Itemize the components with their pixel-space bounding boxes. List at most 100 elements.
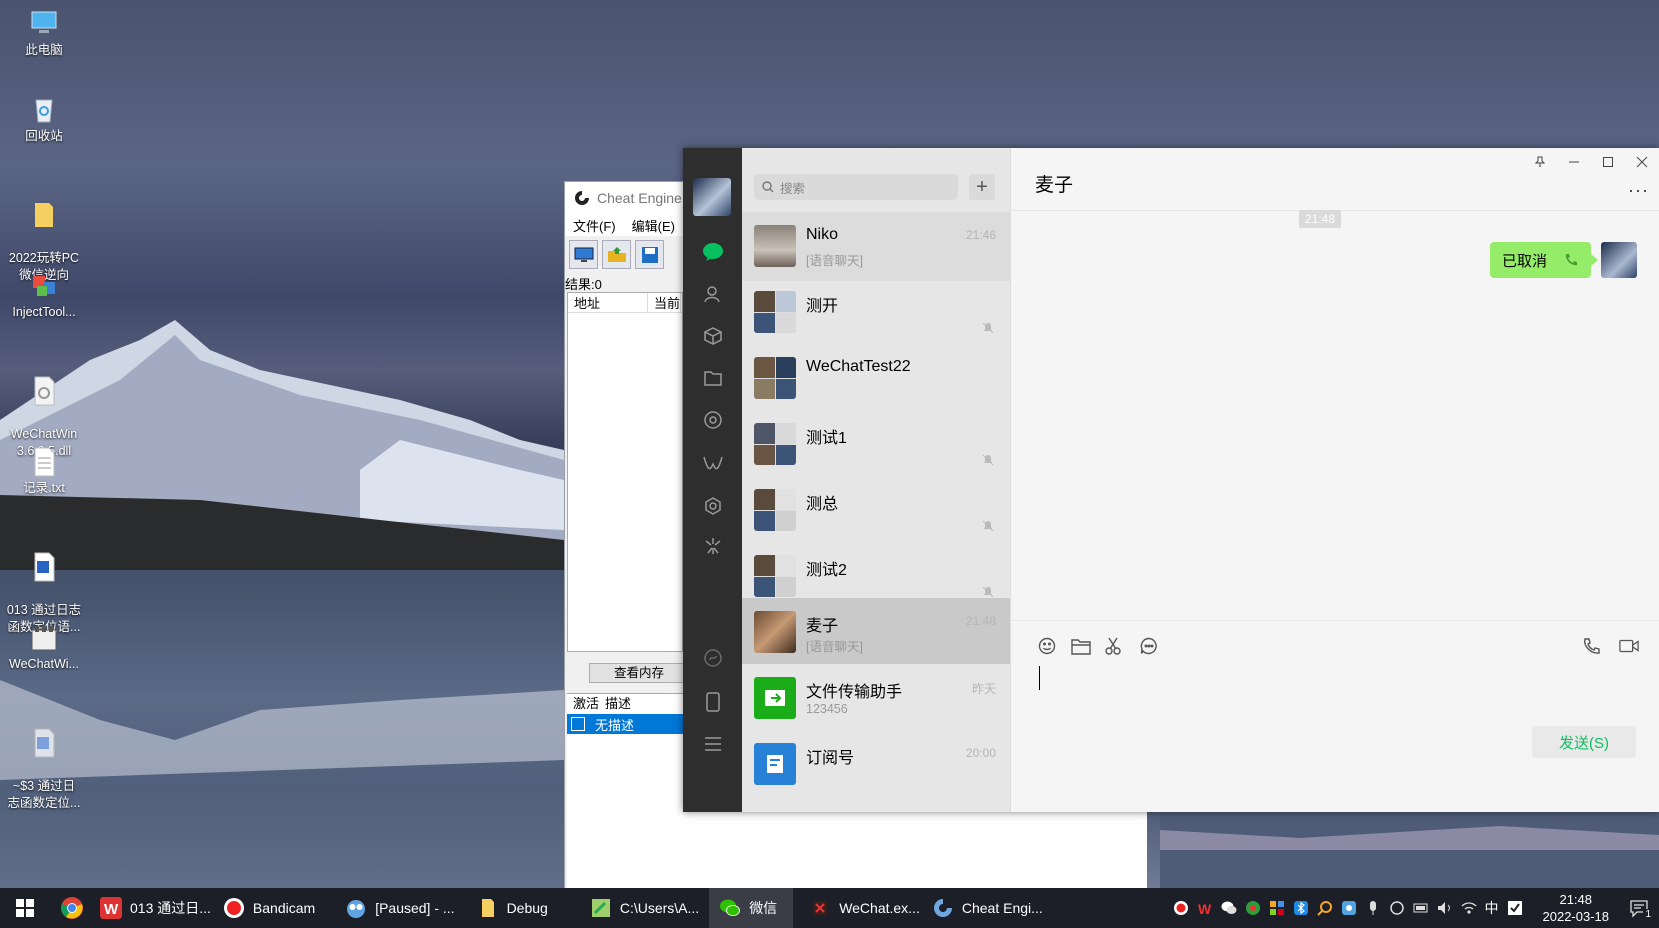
video-call-icon[interactable]: [1619, 636, 1639, 656]
send-button[interactable]: 发送(S): [1532, 726, 1636, 758]
maximize-icon[interactable]: [1591, 148, 1625, 176]
collections-icon[interactable]: [701, 324, 725, 348]
ime-indicator[interactable]: 中: [1485, 898, 1499, 918]
taskbar-bandicam[interactable]: Bandicam: [217, 888, 321, 928]
taskbar-cheat-engine[interactable]: Cheat Engi...: [926, 888, 1049, 928]
checkbox-tray-icon[interactable]: [1507, 900, 1523, 916]
search-tray-icon[interactable]: [1316, 900, 1333, 916]
search-discover-icon[interactable]: [701, 534, 725, 558]
wechat-tray-icon[interactable]: [1221, 900, 1237, 916]
taskbar-debug-folder[interactable]: Debug: [471, 888, 554, 928]
chat-avatar: [754, 611, 796, 653]
desktop-icon-doc[interactable]: 013 通过日志 函数定位语...: [2, 534, 86, 636]
desktop-icon-wechatwin[interactable]: WeChatWi...: [2, 622, 86, 673]
user-avatar[interactable]: [693, 178, 731, 216]
menu-edit[interactable]: 编辑(E): [632, 216, 675, 235]
chat-item[interactable]: 文件传输助手 123456 昨天: [742, 664, 1010, 733]
mini-program-panel-icon[interactable]: [701, 646, 725, 670]
cheat-engine-logo-icon: [575, 191, 589, 205]
taskbar-paused[interactable]: [Paused] - ...: [339, 888, 460, 928]
minimize-icon[interactable]: [1557, 148, 1591, 176]
memory-view-button[interactable]: 查看内存: [589, 663, 689, 683]
start-button[interactable]: [0, 888, 50, 928]
column-active[interactable]: 激活: [573, 694, 599, 714]
taskbar-chrome[interactable]: [50, 888, 94, 928]
chat-item[interactable]: 测试1: [742, 410, 1010, 479]
bluetooth-tray-icon[interactable]: [1293, 900, 1309, 916]
chat-item[interactable]: 测开: [742, 278, 1010, 347]
text-file-icon: [34, 447, 55, 477]
message-input[interactable]: [1039, 666, 1040, 690]
taskbar-notepad[interactable]: C:\Users\A...: [584, 888, 705, 928]
moments-icon[interactable]: [701, 408, 725, 432]
desktop-icon-tempdoc[interactable]: ~$3 通过日 志函数定位...: [2, 710, 86, 812]
add-chat-button[interactable]: +: [969, 174, 995, 200]
wps-tray-icon[interactable]: W: [1197, 900, 1213, 916]
mini-programs-icon[interactable]: [701, 494, 725, 518]
files-icon[interactable]: [701, 366, 725, 390]
cloud-tray-icon[interactable]: [1341, 900, 1357, 916]
phone-icon[interactable]: [701, 690, 725, 714]
security-tray-icon[interactable]: [1245, 900, 1261, 916]
active-checkbox[interactable]: [571, 717, 585, 731]
chat-item[interactable]: Niko [语音聊天] 21:46: [742, 212, 1010, 281]
chat-item[interactable]: 测总: [742, 476, 1010, 545]
chat-name: 测试2: [806, 562, 847, 579]
svg-text:W: W: [1198, 901, 1212, 916]
chat-tab-icon[interactable]: [701, 240, 725, 264]
close-icon[interactable]: [1625, 148, 1659, 176]
menu-icon[interactable]: [701, 732, 725, 756]
desktop-icon-txt[interactable]: 记录.txt: [2, 446, 86, 497]
my-avatar[interactable]: [1601, 242, 1637, 278]
chat-item-selected[interactable]: 麦子 [语音聊天] 21:48: [742, 598, 1010, 664]
record-tray-icon[interactable]: [1173, 900, 1189, 916]
mute-bell-icon: [982, 454, 994, 466]
input-toolbar: [1037, 636, 1159, 656]
screenshot-scissors-icon[interactable]: [1105, 636, 1125, 656]
taskbar-label: C:\Users\A...: [619, 900, 700, 916]
wifi-tray-icon[interactable]: [1461, 900, 1477, 916]
chat-item[interactable]: WeChatTest22: [742, 344, 1010, 413]
group-avatar: [754, 291, 796, 333]
voice-call-button-icon[interactable]: [1581, 636, 1601, 656]
taskbar-wps[interactable]: W 013 通过日...: [94, 888, 217, 928]
taskbar-debugger[interactable]: WeChat.ex...: [803, 888, 926, 928]
menu-file[interactable]: 文件(F): [573, 216, 616, 235]
volume-tray-icon[interactable]: [1437, 900, 1453, 916]
save-button[interactable]: [635, 240, 664, 269]
cheat-table-row[interactable]: 无描述: [567, 714, 683, 734]
desktop-icon-inject-tool[interactable]: InjectTool...: [2, 270, 86, 321]
cheat-engine-title: Cheat Engine: [597, 190, 682, 206]
message-bubble[interactable]: 已取消: [1489, 242, 1599, 278]
clock[interactable]: 21:48 2022-03-18: [1543, 891, 1610, 925]
desktop-icon-recycle-bin[interactable]: 回收站: [2, 94, 86, 145]
microphone-tray-icon[interactable]: [1365, 900, 1381, 916]
notification-center-icon[interactable]: 1: [1629, 898, 1653, 920]
circle-tray-icon[interactable]: [1389, 900, 1405, 916]
battery-tray-icon[interactable]: [1413, 900, 1429, 916]
chat-history-icon[interactable]: [1139, 636, 1159, 656]
contacts-icon[interactable]: [701, 282, 725, 306]
subscriptions-icon: [754, 743, 796, 785]
more-options-icon[interactable]: ···: [1628, 180, 1649, 201]
emoji-icon[interactable]: [1037, 636, 1057, 656]
search-input[interactable]: 搜索: [754, 174, 958, 200]
select-process-button[interactable]: [569, 240, 598, 269]
taskbar-label: 微信: [749, 900, 778, 916]
desktop-icon-computer[interactable]: 此电脑: [2, 8, 86, 59]
app-grid-tray-icon[interactable]: [1269, 900, 1285, 916]
group-avatar: [754, 489, 796, 531]
column-description[interactable]: 描述: [605, 694, 631, 714]
column-current[interactable]: 当前: [648, 293, 682, 312]
open-file-button[interactable]: [602, 240, 631, 269]
column-address[interactable]: 地址: [568, 293, 648, 312]
taskbar-wechat[interactable]: 微信: [709, 888, 794, 928]
address-list[interactable]: 地址 当前: [567, 292, 683, 652]
pin-icon[interactable]: [1523, 148, 1557, 176]
desktop-icon-dll[interactable]: WeChatWin 3.6.0.5.dll: [2, 358, 86, 460]
chat-time: 21:48: [965, 614, 996, 628]
channels-icon[interactable]: [701, 452, 725, 476]
chat-item[interactable]: 订阅号 20:00: [742, 730, 1010, 799]
send-file-icon[interactable]: [1071, 636, 1091, 656]
desktop-icon-folder[interactable]: 2022玩转PC 微信逆向: [2, 182, 86, 284]
